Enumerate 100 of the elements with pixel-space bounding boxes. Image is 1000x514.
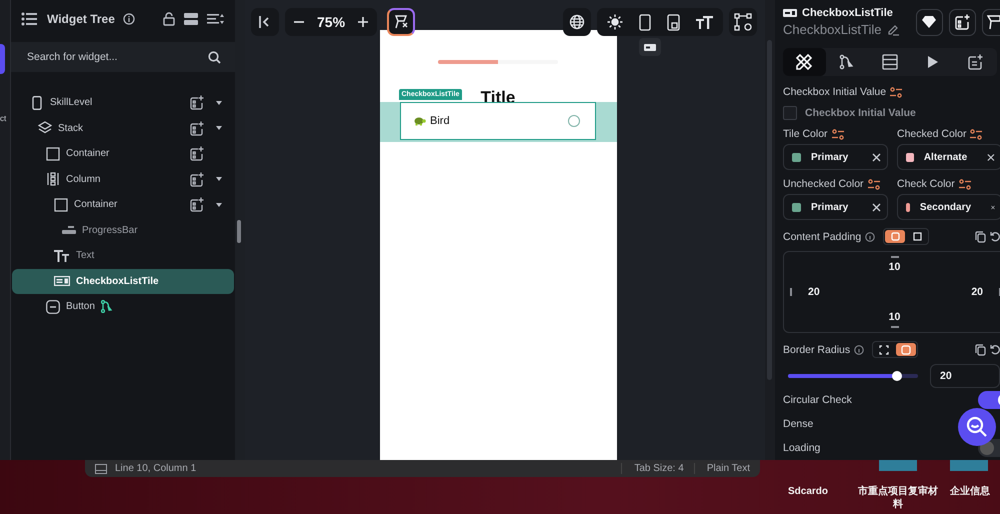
color-field[interactable]: Primary <box>783 144 888 170</box>
padding-top-value[interactable]: 10 <box>888 261 900 273</box>
tree-item[interactable]: Button <box>12 294 234 320</box>
close-icon[interactable] <box>872 202 881 212</box>
copy-icon[interactable] <box>975 344 986 356</box>
magic-edit-button[interactable] <box>387 8 416 36</box>
close-icon[interactable] <box>987 152 995 162</box>
add-widget-icon[interactable] <box>190 95 204 110</box>
info-icon[interactable] <box>122 13 135 25</box>
file-thumbnail[interactable] <box>879 460 917 471</box>
sort-icon[interactable] <box>207 13 225 25</box>
tree-label: Container <box>74 199 118 210</box>
padding-right-value[interactable]: 20 <box>971 286 983 298</box>
tree-item[interactable]: Text <box>12 243 234 268</box>
checkbox-label: Checkbox Initial Value <box>805 107 916 119</box>
cursor-position[interactable]: Line 10, Column 1 <box>115 463 196 474</box>
tree-label: Container <box>66 148 110 160</box>
diamond-button[interactable] <box>916 8 943 36</box>
add-widget-icon[interactable] <box>190 197 204 212</box>
reset-icon[interactable] <box>990 231 1000 242</box>
color-field[interactable]: Primary <box>783 194 888 220</box>
caret-icon[interactable] <box>216 126 222 130</box>
language-mode[interactable]: Plain Text <box>694 463 750 474</box>
rail-tab[interactable] <box>0 44 5 74</box>
desktop-icon-label[interactable]: 企业信息 <box>950 485 990 498</box>
reset-icon[interactable] <box>990 344 1000 355</box>
field-label: Check Color <box>897 178 955 190</box>
add-widget-icon[interactable] <box>190 146 204 162</box>
padding-bottom-value[interactable]: 10 <box>888 311 900 323</box>
tablet-icon[interactable] <box>667 14 680 30</box>
panel-title: Widget Tree <box>47 12 115 26</box>
uniform-padding-toggle[interactable] <box>885 230 906 243</box>
left-edge-icon <box>790 288 792 296</box>
globe-icon[interactable] <box>569 14 585 30</box>
field-label: Border Radius <box>783 344 850 356</box>
diamond-icon <box>921 15 938 29</box>
add-widget-icon[interactable] <box>190 120 204 136</box>
layers-icon[interactable] <box>183 12 199 26</box>
tree-item[interactable]: CheckboxListTile <box>12 268 234 294</box>
lock-icon[interactable] <box>163 12 175 26</box>
text-icon <box>54 250 70 262</box>
radius-input[interactable]: 20 <box>930 364 1000 388</box>
sun-icon[interactable] <box>607 14 623 30</box>
tree-item[interactable]: SkillLevel <box>12 90 234 116</box>
search-field[interactable]: Search for widget... <box>11 42 235 72</box>
uniform-radius-toggle[interactable] <box>896 343 916 356</box>
desktop-icon-label[interactable]: Sdcardo <box>770 485 846 498</box>
tree-item[interactable]: Stack <box>12 116 234 141</box>
slider-track[interactable] <box>788 374 918 378</box>
desktop-icon-label[interactable]: 市重点项目复审材料 <box>855 485 941 511</box>
variable-icon[interactable] <box>958 178 971 190</box>
turtle-icon <box>413 116 426 126</box>
nodes-icon[interactable] <box>734 13 752 31</box>
phone-icon[interactable] <box>639 14 651 30</box>
tree-item[interactable]: ProgressBar <box>12 218 234 243</box>
widget-name: CheckboxListTile <box>783 22 882 37</box>
variable-icon[interactable] <box>890 86 902 98</box>
caret-icon[interactable] <box>216 202 222 207</box>
field-label: Tile Color <box>783 128 828 140</box>
edit-icon[interactable] <box>886 23 900 36</box>
add-widget-button[interactable] <box>948 8 976 36</box>
close-icon[interactable] <box>872 152 881 162</box>
font-size-icon[interactable] <box>696 16 713 28</box>
tree-item[interactable]: Container <box>12 192 234 218</box>
variable-icon[interactable] <box>868 178 880 190</box>
variable-icon[interactable] <box>970 128 982 140</box>
tab-size[interactable]: Tab Size: 4 <box>621 463 684 474</box>
progress-icon <box>62 225 76 236</box>
panel-icon[interactable] <box>95 464 107 474</box>
tree-item[interactable]: Column <box>12 166 234 192</box>
close-icon[interactable] <box>991 202 995 212</box>
color-field[interactable]: Alternate <box>897 144 1000 170</box>
tree-label: Text <box>76 250 94 262</box>
info-icon[interactable] <box>854 344 864 354</box>
top-edge-icon <box>890 256 898 258</box>
add-widget-icon[interactable] <box>190 172 204 187</box>
widget-chip[interactable] <box>639 38 661 56</box>
circular-checkbox[interactable] <box>568 115 580 127</box>
paint-button[interactable] <box>982 8 1000 36</box>
checkbox[interactable] <box>783 106 797 120</box>
padding-left-value[interactable]: 20 <box>808 286 820 298</box>
panel-tab[interactable] <box>783 48 826 76</box>
color-field[interactable]: Secondary <box>897 194 1000 220</box>
play-icon <box>928 56 938 68</box>
file-thumbnail[interactable] <box>950 460 988 471</box>
caret-icon[interactable] <box>216 100 222 105</box>
zoom-in-icon[interactable] <box>357 16 370 28</box>
checkbox-list-tile[interactable]: Bird <box>400 102 596 140</box>
scrollbar-thumb[interactable] <box>237 220 241 243</box>
zoom-level: 75% <box>317 14 346 30</box>
search-button[interactable] <box>958 408 996 446</box>
variable-icon[interactable] <box>832 128 844 140</box>
phone-icon <box>30 96 44 110</box>
action-flow-icon <box>100 300 113 314</box>
tree-item[interactable]: Container <box>12 141 234 166</box>
slider-thumb[interactable] <box>892 371 902 381</box>
info-icon[interactable] <box>865 232 876 242</box>
field-label: Checkbox Initial Value <box>783 86 886 98</box>
caret-icon[interactable] <box>216 177 222 182</box>
copy-icon[interactable] <box>975 230 986 242</box>
